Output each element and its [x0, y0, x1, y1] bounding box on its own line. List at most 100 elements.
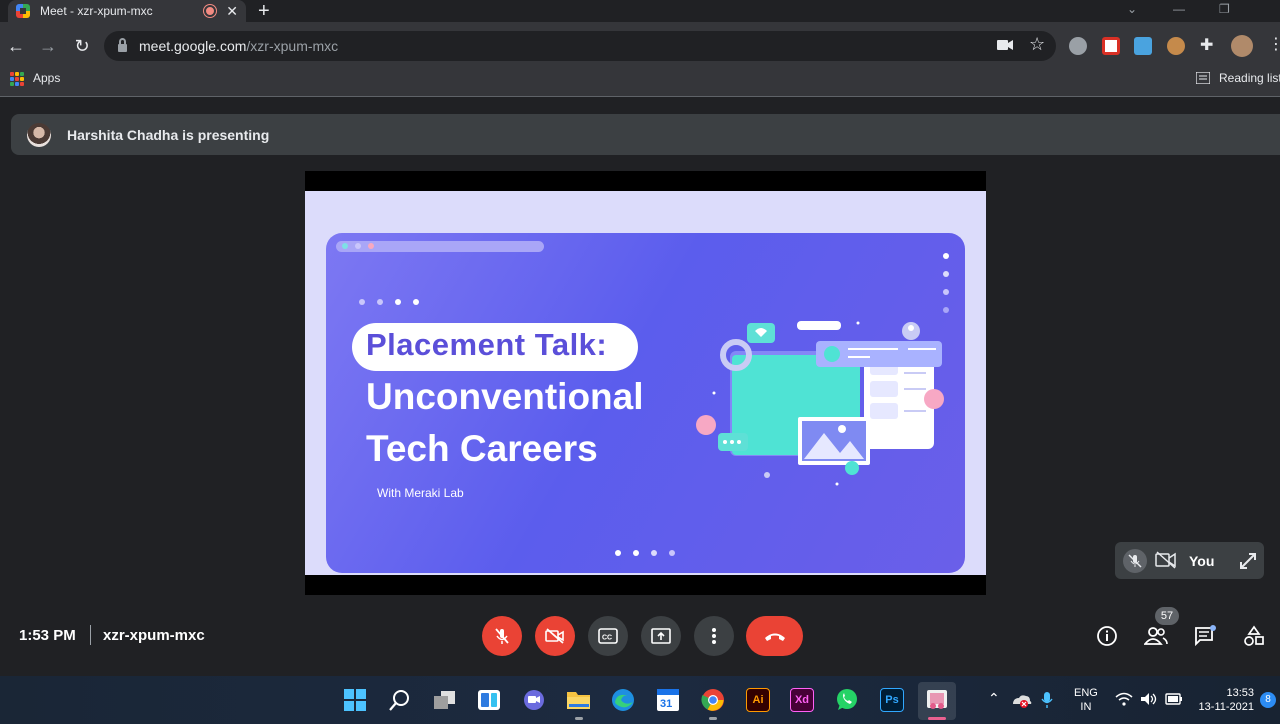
calendar-button[interactable]: 31	[656, 688, 680, 712]
minimize-button[interactable]: —	[1173, 0, 1185, 20]
folder-icon	[567, 692, 590, 709]
running-indicator	[575, 717, 583, 720]
tab-title: Meet - xzr-xpum-mxc	[40, 4, 153, 18]
closed-captions-icon: CC	[598, 628, 618, 644]
volume-icon[interactable]	[1140, 692, 1158, 706]
chrome-button[interactable]	[701, 688, 725, 712]
expand-icon[interactable]	[1239, 552, 1257, 570]
onedrive-error-icon[interactable]	[1010, 692, 1032, 708]
slide-dot	[943, 253, 949, 259]
teams-chat-icon	[524, 690, 544, 710]
slide-dot	[359, 299, 365, 305]
mic-off-icon	[495, 628, 509, 644]
edge-button[interactable]	[611, 688, 635, 712]
maximize-button[interactable]: ❐	[1219, 0, 1230, 20]
file-explorer-button[interactable]	[566, 688, 590, 712]
search-button[interactable]	[388, 688, 412, 712]
whatsapp-icon	[837, 689, 857, 710]
presenting-banner: Harshita Chadha is presenting	[11, 114, 1280, 155]
url-path: /xzr-xpum-mxc	[246, 38, 339, 54]
apps-grid-icon[interactable]	[10, 72, 24, 86]
slide-dot	[377, 299, 383, 305]
camera-off-icon	[545, 628, 564, 644]
present-screen-icon	[651, 628, 671, 644]
more-options-button[interactable]	[694, 616, 734, 656]
activities-button[interactable]	[1242, 624, 1266, 648]
slide-dot	[413, 299, 419, 305]
slide-dot	[633, 550, 639, 556]
extension-cookie-icon[interactable]	[1167, 37, 1185, 55]
microphone-toggle-button[interactable]	[482, 616, 522, 656]
show-hidden-icons-button[interactable]: ⌃	[988, 690, 1000, 707]
clock-time: 13:53	[1226, 687, 1254, 699]
browser-menu-icon[interactable]: ⋮	[1268, 34, 1280, 54]
recording-indicator-icon	[204, 5, 217, 17]
lock-icon	[118, 38, 127, 52]
chat-button[interactable]	[1193, 624, 1217, 648]
extension-translate-icon[interactable]	[1134, 37, 1152, 55]
reading-list-button[interactable]: Reading list	[1219, 71, 1280, 85]
language-code: ENG	[1074, 687, 1098, 699]
microphone-in-use-icon[interactable]	[1041, 691, 1053, 709]
leave-call-button[interactable]	[746, 616, 803, 656]
bookmark-star-icon[interactable]: ☆	[1029, 34, 1045, 55]
back-button[interactable]: ←	[6, 34, 26, 58]
bookmarks-bar	[0, 70, 1280, 97]
activities-shapes-icon	[1244, 625, 1264, 646]
reload-button[interactable]: ↻	[72, 34, 92, 58]
snipping-tool-icon	[927, 690, 947, 709]
captions-button[interactable]: CC	[588, 616, 628, 656]
extensions-puzzle-icon[interactable]: ✚	[1200, 35, 1213, 55]
info-icon	[1097, 626, 1117, 646]
slide-title-line2: Unconventional	[366, 376, 644, 417]
slide-dot	[943, 271, 949, 277]
active-indicator	[928, 717, 946, 720]
notification-count-badge[interactable]: 8	[1260, 692, 1276, 708]
shared-screen: Placement Talk: Unconventional Tech Care…	[305, 171, 986, 595]
camera-in-use-icon[interactable]	[997, 39, 1013, 51]
browser-tab[interactable]: Meet - xzr-xpum-mxc ✕	[8, 0, 246, 22]
address-bar[interactable]: meet.google.com/xzr-xpum-mxc	[104, 31, 1056, 61]
whatsapp-button[interactable]	[835, 688, 859, 712]
task-view-icon	[434, 691, 455, 709]
photoshop-button[interactable]: Ps	[880, 688, 904, 712]
new-tab-button[interactable]: +	[258, 0, 270, 22]
chat-teams-button[interactable]	[522, 688, 546, 712]
profile-avatar[interactable]	[1231, 35, 1253, 57]
apps-bookmark[interactable]: Apps	[33, 71, 60, 85]
forward-button[interactable]: →	[38, 34, 58, 58]
slide-dot	[395, 299, 401, 305]
slide-background: Placement Talk: Unconventional Tech Care…	[305, 191, 986, 575]
people-icon	[1144, 627, 1168, 645]
slide-dot	[368, 243, 374, 249]
meeting-code: xzr-xpum-mxc	[103, 627, 205, 644]
participants-button[interactable]	[1144, 624, 1168, 648]
dashboard-illustration-icon	[696, 321, 944, 486]
tab-close-button[interactable]: ✕	[226, 3, 238, 20]
slide-dot	[355, 243, 361, 249]
windows-logo-icon	[344, 689, 366, 711]
slide-dot	[943, 289, 949, 295]
widgets-button[interactable]	[477, 688, 501, 712]
battery-icon[interactable]	[1165, 693, 1183, 705]
present-now-button[interactable]	[641, 616, 681, 656]
start-button[interactable]	[343, 688, 367, 712]
tab-search-icon[interactable]: ⌄	[1127, 0, 1137, 20]
wifi-icon[interactable]	[1115, 692, 1133, 706]
extension-compass-icon[interactable]	[1069, 37, 1087, 55]
slide-dot	[342, 243, 348, 249]
camera-toggle-button[interactable]	[535, 616, 575, 656]
presentation-slide: Placement Talk: Unconventional Tech Care…	[326, 233, 965, 573]
running-indicator	[709, 717, 717, 720]
meeting-time: 1:53 PM	[19, 627, 76, 644]
adobe-xd-button[interactable]: Xd	[790, 688, 814, 712]
language-indicator[interactable]: ENG IN	[1074, 686, 1098, 714]
reading-list-icon[interactable]	[1196, 72, 1210, 84]
meeting-details-button[interactable]	[1095, 624, 1119, 648]
extension-pocket-icon[interactable]	[1102, 37, 1120, 55]
illustrator-button[interactable]: Ai	[746, 688, 770, 712]
snipping-tool-button[interactable]	[925, 688, 949, 712]
system-clock[interactable]: 13:53 13-11-2021	[1196, 686, 1254, 714]
task-view-button[interactable]	[433, 688, 457, 712]
self-view-tile[interactable]: You	[1115, 542, 1264, 579]
